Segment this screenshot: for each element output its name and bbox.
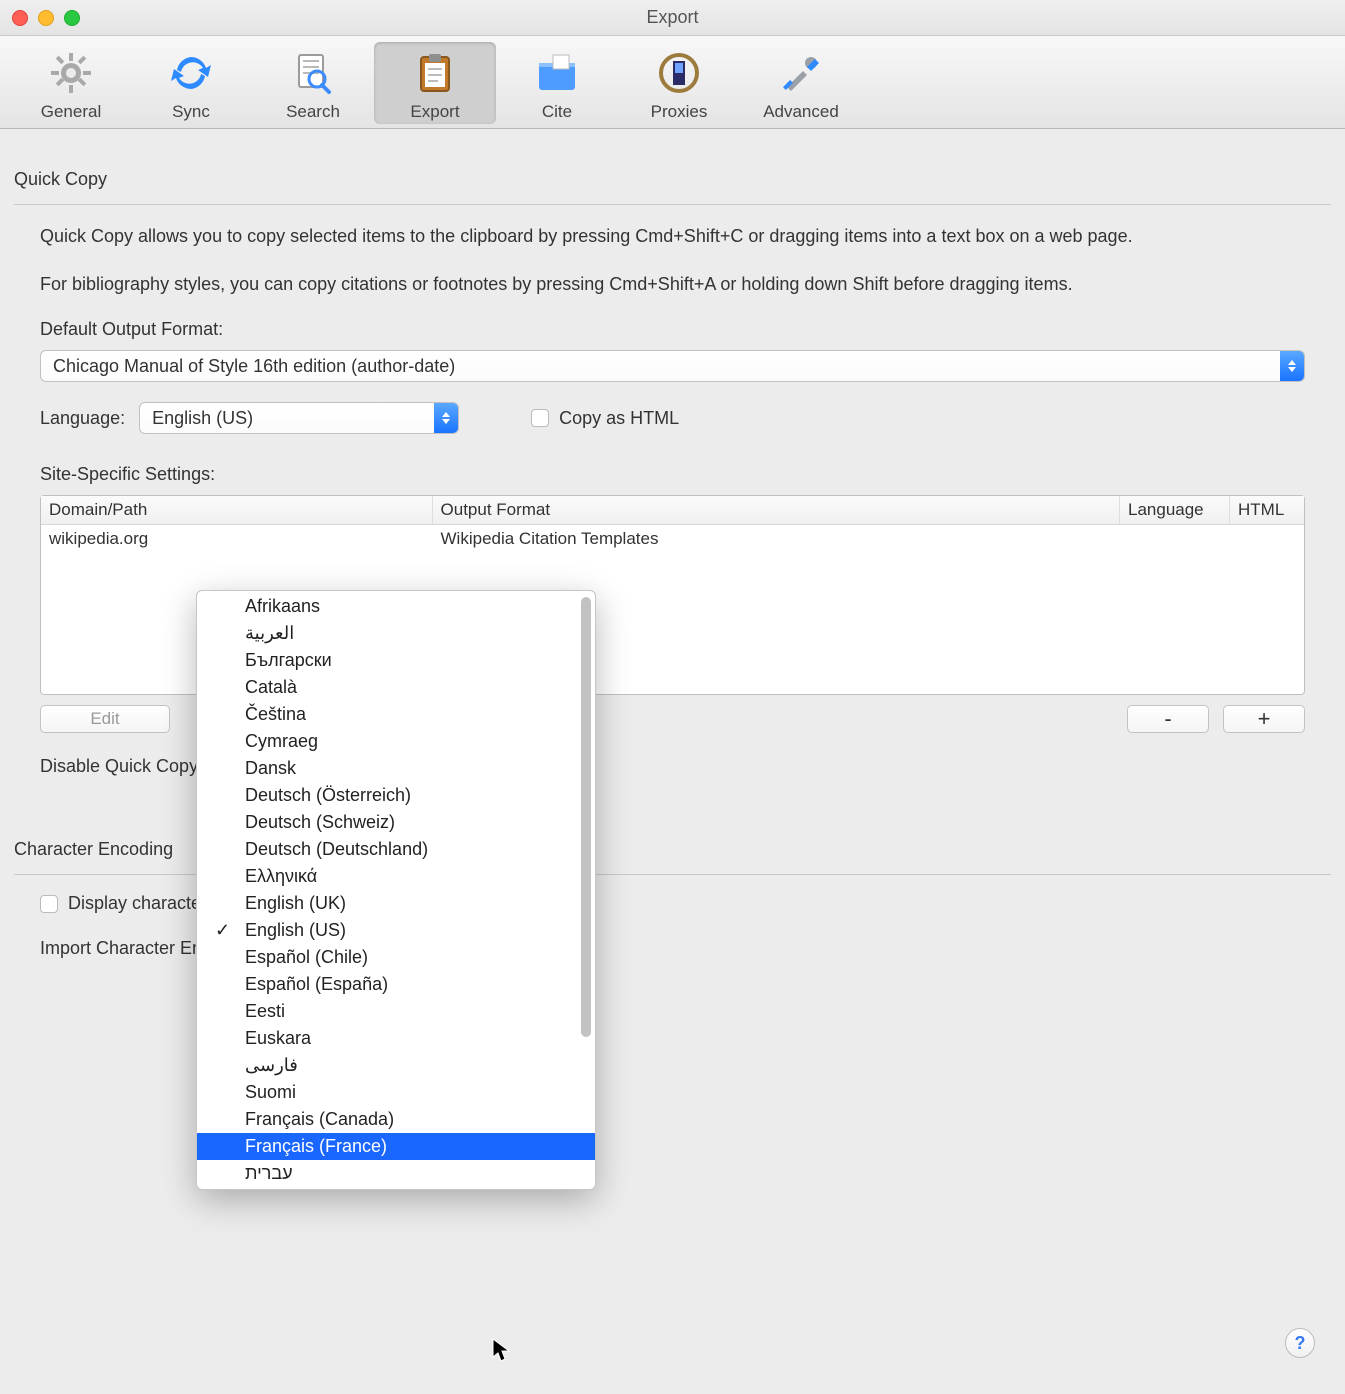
cursor-icon [492,1338,514,1364]
select-value: Chicago Manual of Style 16th edition (au… [41,356,1280,377]
toolbar-item-general[interactable]: General [12,42,130,124]
dropdown-option[interactable]: Ελληνικά [197,863,595,890]
dropdown-option[interactable]: Français (France) [197,1133,595,1160]
help-button[interactable]: ? [1285,1328,1315,1358]
toolbar-label: General [41,102,101,122]
checkbox-label: Copy as HTML [559,408,679,429]
intro-paragraph-2: For bibliography styles, you can copy ci… [40,271,1305,297]
toolbar-item-search[interactable]: Search [252,42,374,124]
table-row[interactable]: wikipedia.org Wikipedia Citation Templat… [41,525,1304,553]
language-select[interactable]: English (US) [139,402,459,434]
remove-button[interactable]: - [1127,705,1209,733]
zoom-window-button[interactable] [64,10,80,26]
checkbox-box [40,895,58,913]
clipboard-icon [410,48,460,98]
dropdown-option[interactable]: العربية [197,620,595,647]
th-output[interactable]: Output Format [433,496,1120,524]
folder-icon [532,48,582,98]
quick-copy-heading: Quick Copy [14,147,1331,198]
toolbar-label: Cite [542,102,572,122]
tools-icon [776,48,826,98]
add-button[interactable]: + [1223,705,1305,733]
cell-language [1120,525,1230,553]
toolbar-label: Search [286,102,340,122]
dropdown-option[interactable]: Dansk [197,755,595,782]
th-domain[interactable]: Domain/Path [41,496,433,524]
dropdown-option[interactable]: Català [197,674,595,701]
toolbar-label: Advanced [763,102,839,122]
dropdown-option[interactable]: Deutsch (Schweiz) [197,809,595,836]
cell-html [1230,525,1304,553]
toolbar-item-export[interactable]: Export [374,42,496,124]
gear-icon [46,48,96,98]
dropdown-option[interactable]: Suomi [197,1079,595,1106]
site-specific-label: Site-Specific Settings: [40,464,1331,485]
toolbar-item-cite[interactable]: Cite [496,42,618,124]
dropdown-option[interactable]: English (US) [197,917,595,944]
default-format-label: Default Output Format: [40,319,1331,340]
preferences-toolbar: General Sync Search Export Cite Proxies [0,36,1345,129]
toolbar-item-sync[interactable]: Sync [130,42,252,124]
dropdown-option[interactable]: Deutsch (Deutschland) [197,836,595,863]
help-icon: ? [1295,1333,1306,1354]
copy-as-html-checkbox[interactable]: Copy as HTML [531,408,679,429]
chevron-updown-icon [434,403,458,433]
minimize-window-button[interactable] [38,10,54,26]
cell-domain: wikipedia.org [41,525,433,553]
dropdown-option[interactable]: فارسی [197,1052,595,1079]
search-document-icon [288,48,338,98]
proxies-icon [654,48,704,98]
select-value: English (US) [140,408,434,429]
dropdown-option[interactable]: Español (Chile) [197,944,595,971]
dropdown-option[interactable]: Español (España) [197,971,595,998]
dropdown-option[interactable]: Afrikaans [197,593,595,620]
cell-output: Wikipedia Citation Templates [433,525,1120,553]
dropdown-option[interactable]: Български [197,647,595,674]
language-dropdown[interactable]: AfrikaansالعربيةБългарскиCatalàČeštinaCy… [196,590,596,1190]
edit-button[interactable]: Edit [40,705,170,733]
dropdown-option[interactable]: Deutsch (Österreich) [197,782,595,809]
divider [14,204,1331,205]
dropdown-option[interactable]: English (UK) [197,890,595,917]
window-title: Export [0,7,1345,28]
toolbar-label: Export [410,102,459,122]
dropdown-option[interactable]: Euskara [197,1025,595,1052]
th-language[interactable]: Language [1120,496,1230,524]
scrollbar[interactable] [581,597,591,1183]
checkbox-box [531,409,549,427]
titlebar: Export [0,0,1345,36]
table-header: Domain/Path Output Format Language HTML [41,496,1304,525]
dropdown-option[interactable]: Cymraeg [197,728,595,755]
toolbar-label: Proxies [651,102,708,122]
toolbar-item-proxies[interactable]: Proxies [618,42,740,124]
toolbar-item-advanced[interactable]: Advanced [740,42,862,124]
sync-icon [166,48,216,98]
close-window-button[interactable] [12,10,28,26]
intro-paragraph-1: Quick Copy allows you to copy selected i… [40,223,1305,249]
quick-copy-description: Quick Copy allows you to copy selected i… [14,223,1331,297]
default-format-select[interactable]: Chicago Manual of Style 16th edition (au… [40,350,1305,382]
dropdown-option[interactable]: עברית [197,1160,595,1187]
dropdown-option[interactable]: Français (Canada) [197,1106,595,1133]
language-label: Language: [40,408,125,429]
chevron-updown-icon [1280,351,1304,381]
scrollbar-thumb[interactable] [581,597,591,1037]
window-controls [12,10,80,26]
toolbar-label: Sync [172,102,210,122]
dropdown-option[interactable]: Eesti [197,998,595,1025]
dropdown-option[interactable]: Čeština [197,701,595,728]
th-html[interactable]: HTML [1230,496,1304,524]
